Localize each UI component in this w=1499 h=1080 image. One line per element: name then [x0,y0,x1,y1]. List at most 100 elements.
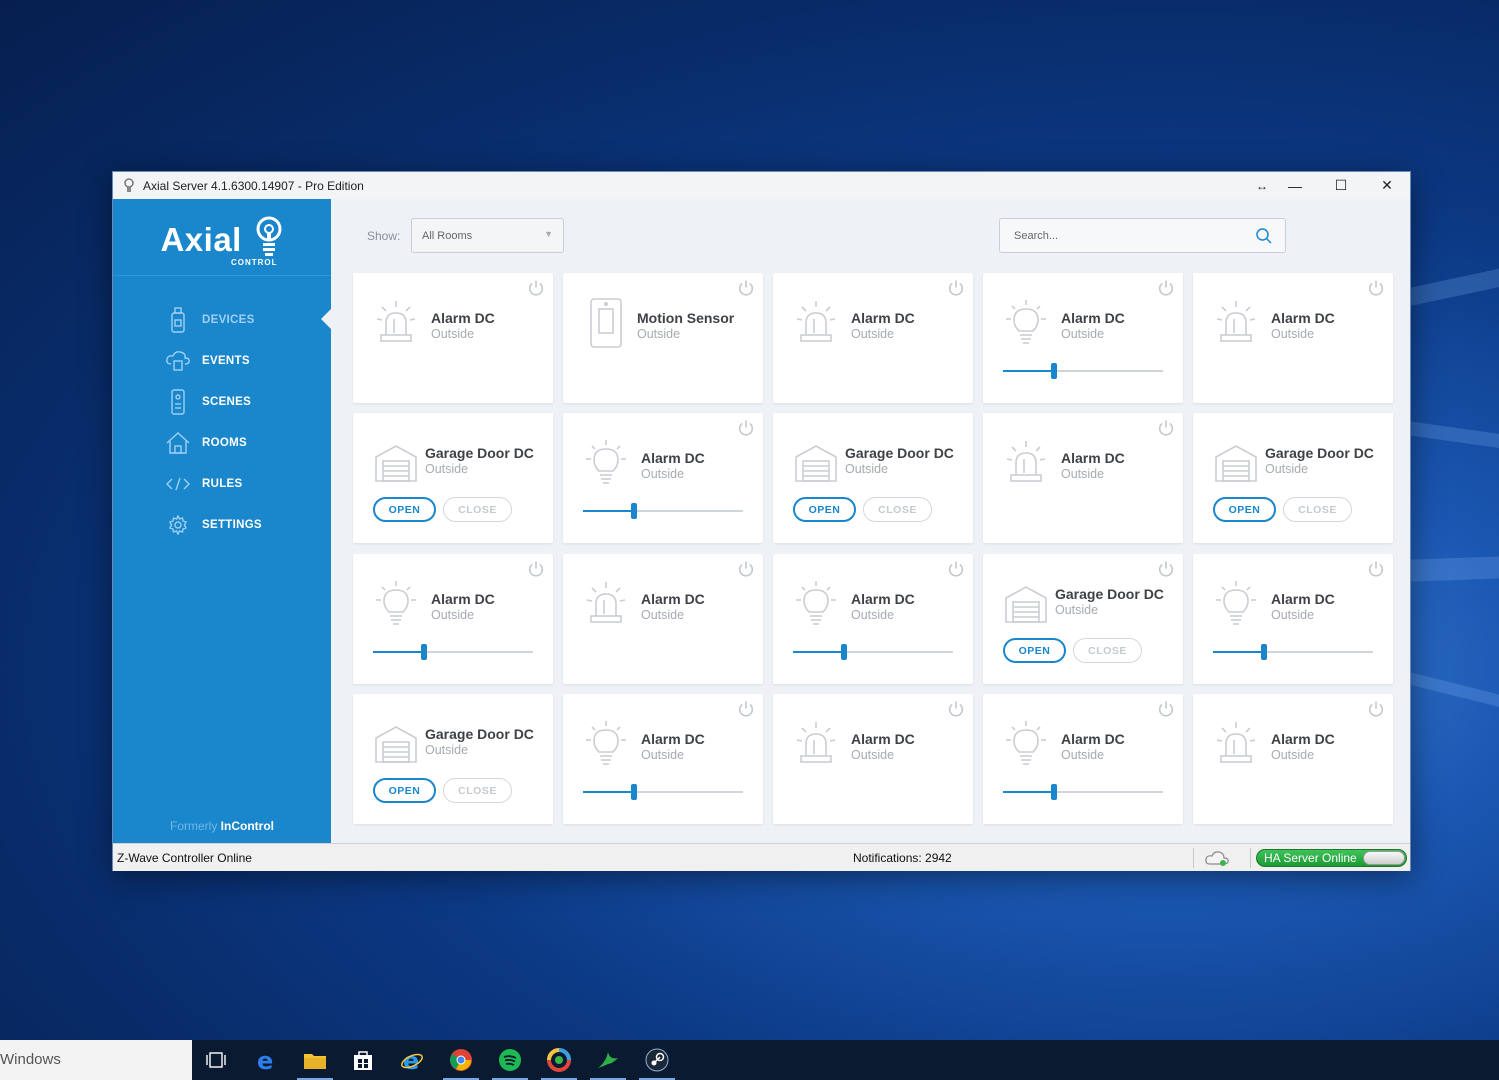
room-select-value: All Rooms [422,230,473,242]
garage-door-icon [1213,443,1259,491]
open-button[interactable]: OPEN [1213,497,1276,522]
power-icon[interactable] [1367,279,1385,297]
power-icon[interactable] [947,560,965,578]
slider-handle[interactable] [631,784,638,800]
sidebar-item-label: SCENES [202,395,252,408]
sidebar-item-events[interactable]: EVENTS [113,340,331,381]
power-icon[interactable] [1157,419,1175,437]
power-icon[interactable] [527,279,545,297]
photos-icon[interactable] [535,1040,583,1080]
device-card[interactable]: Alarm DC Outside [353,273,553,403]
title-bar[interactable]: Axial Server 4.1.6300.14907 - Pro Editio… [113,172,1410,199]
slider-handle[interactable] [1051,784,1058,800]
power-icon[interactable] [947,279,965,297]
device-card[interactable]: Garage Door DC Outside OPEN CLOSE [983,554,1183,684]
file-explorer-icon[interactable] [291,1040,339,1080]
sidebar-item-rules[interactable]: RULES [113,463,331,504]
slider-handle[interactable] [421,644,428,660]
device-card[interactable]: Alarm DC Outside [983,413,1183,543]
store-icon[interactable] [339,1040,387,1080]
dimmer-slider[interactable] [373,644,533,660]
device-card[interactable]: Alarm DC Outside [563,413,763,543]
device-location: Outside [845,462,889,476]
device-card[interactable]: Alarm DC Outside [983,273,1183,403]
bird-app-icon[interactable] [584,1040,632,1080]
slider-handle[interactable] [1051,363,1058,379]
close-button[interactable]: CLOSE [443,497,512,522]
device-card[interactable]: Alarm DC Outside [773,694,973,824]
sidebar-item-scenes[interactable]: SCENES [113,381,331,422]
sidebar-item-devices[interactable]: DEVICES [113,299,331,340]
dimmer-slider[interactable] [583,503,743,519]
device-card[interactable]: Alarm DC Outside [353,554,553,684]
device-card[interactable]: Garage Door DC Outside OPEN CLOSE [773,413,973,543]
slider-handle[interactable] [1261,644,1268,660]
device-location: Outside [641,608,685,622]
device-card[interactable]: Garage Door DC Outside OPEN CLOSE [353,694,553,824]
power-icon[interactable] [737,700,755,718]
power-icon[interactable] [737,279,755,297]
cloud-icon[interactable] [1203,848,1231,871]
power-icon[interactable] [1367,700,1385,718]
close-window-button[interactable]: ✕ [1364,172,1410,199]
close-button[interactable]: CLOSE [443,778,512,803]
device-card[interactable]: Alarm DC Outside [563,694,763,824]
light-bulb-icon [1213,580,1259,628]
device-card[interactable]: Alarm DC Outside [1193,694,1393,824]
device-card[interactable]: Motion Sensor Outside [563,273,763,403]
power-icon[interactable] [737,419,755,437]
power-icon[interactable] [1367,560,1385,578]
device-name: Alarm DC [851,591,915,607]
slider-handle[interactable] [841,644,848,660]
device-card[interactable]: Alarm DC Outside [563,554,763,684]
spotify-icon[interactable] [486,1040,534,1080]
room-select[interactable]: All Rooms ▼ [411,218,564,253]
resize-icon[interactable]: ↔ [1252,172,1272,199]
slider-handle[interactable] [631,503,638,519]
steam-icon[interactable] [633,1040,681,1080]
maximize-button[interactable]: ☐ [1318,172,1364,199]
device-location: Outside [1055,603,1099,617]
power-icon[interactable] [947,700,965,718]
device-card[interactable]: Garage Door DC Outside OPEN CLOSE [1193,413,1393,543]
open-button[interactable]: OPEN [373,497,436,522]
dimmer-slider[interactable] [1003,363,1163,379]
notifications-count[interactable]: Notifications: 2942 [853,851,952,865]
search-input[interactable]: Search... [999,218,1286,253]
dimmer-slider[interactable] [1003,784,1163,800]
power-icon[interactable] [1157,560,1175,578]
garage-door-icon [1003,584,1049,632]
dimmer-slider[interactable] [1213,644,1373,660]
task-view-icon[interactable] [192,1040,240,1080]
dimmer-slider[interactable] [583,784,743,800]
formerly-brand: InControl [220,819,274,833]
close-button[interactable]: CLOSE [1073,638,1142,663]
sidebar-item-rooms[interactable]: ROOMS [113,422,331,463]
close-button[interactable]: CLOSE [863,497,932,522]
power-icon[interactable] [1157,279,1175,297]
internet-explorer-icon[interactable]: e [388,1040,436,1080]
device-card[interactable]: Alarm DC Outside [773,273,973,403]
minimize-button[interactable]: — [1272,172,1318,199]
device-location: Outside [851,748,895,762]
device-card[interactable]: Alarm DC Outside [1193,554,1393,684]
open-button[interactable]: OPEN [793,497,856,522]
chrome-icon[interactable] [437,1040,485,1080]
edge-icon[interactable]: e [242,1040,290,1080]
device-card[interactable]: Alarm DC Outside [983,694,1183,824]
device-card[interactable]: Alarm DC Outside [773,554,973,684]
sidebar-item-settings[interactable]: SETTINGS [113,504,331,545]
ha-server-toggle[interactable]: HA Server Online [1256,849,1407,867]
open-button[interactable]: OPEN [373,778,436,803]
device-card[interactable]: Garage Door DC Outside OPEN CLOSE [353,413,553,543]
power-icon[interactable] [1157,700,1175,718]
power-icon[interactable] [737,560,755,578]
dimmer-slider[interactable] [793,644,953,660]
device-card[interactable]: Alarm DC Outside [1193,273,1393,403]
open-button[interactable]: OPEN [1003,638,1066,663]
search-icon[interactable] [1255,227,1273,248]
close-button[interactable]: CLOSE [1283,497,1352,522]
device-location: Outside [1271,608,1315,622]
taskbar-search[interactable]: Windows [0,1040,192,1080]
power-icon[interactable] [527,560,545,578]
